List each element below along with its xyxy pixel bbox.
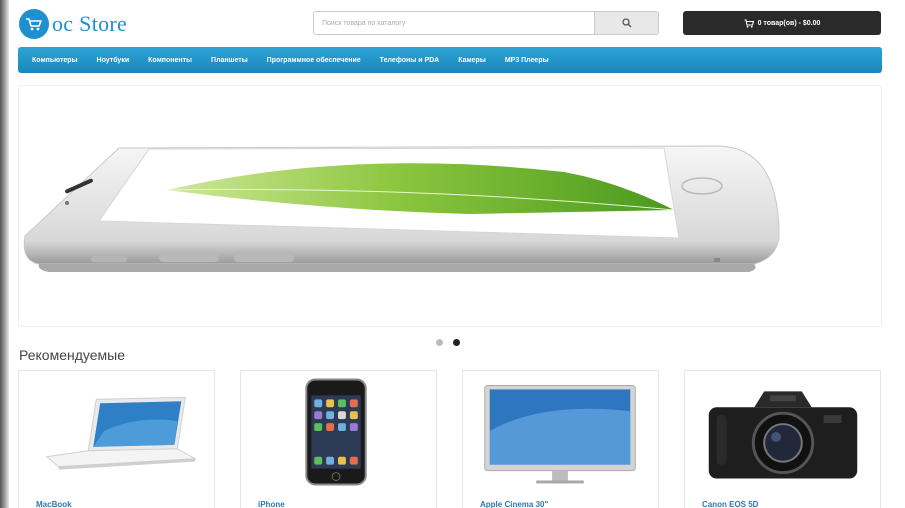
search-icon [621,18,631,28]
cart-total: 0 товар(ов) - $0.00 [757,19,821,27]
category-menu: Компьютеры Ноутбуки Компоненты Планшеты … [18,47,882,73]
slideshow[interactable] [18,85,882,327]
iphone-image [305,378,367,486]
menu-item-components[interactable]: Компоненты [148,57,192,64]
menu-item-software[interactable]: Программное обеспечение [267,57,361,64]
product-card[interactable]: Apple Cinema 30" [462,370,659,508]
cart-icon [744,18,754,28]
product-name[interactable]: Canon EOS 5D [702,500,758,508]
product-name[interactable]: Apple Cinema 30" [480,500,548,508]
slide-dot-1[interactable] [436,339,443,346]
iphone-banner-image [23,145,780,272]
menu-item-mp3[interactable]: MP3 Плееры [505,57,549,64]
product-card[interactable]: MacBook [18,370,215,508]
search-bar [313,11,659,35]
cart-logo-icon [19,9,49,39]
cart-button[interactable]: 0 товар(ов) - $0.00 [683,11,881,35]
macbook-image [45,396,197,470]
product-card[interactable]: Canon EOS 5D [684,370,881,508]
featured-title: Рекомендуемые [19,347,125,363]
menu-item-cameras[interactable]: Камеры [458,57,486,64]
canon-camera-image [708,391,858,479]
search-button[interactable] [594,12,658,34]
product-card[interactable]: iPhone [240,370,437,508]
logo-text: oc Store [52,11,128,36]
window-edge [0,0,9,508]
menu-item-tablets[interactable]: Планшеты [211,57,248,64]
slideshow-pagination [436,339,460,346]
menu-item-computers[interactable]: Компьютеры [32,57,78,64]
product-name[interactable]: MacBook [36,500,72,508]
menu-item-laptops[interactable]: Ноутбуки [97,57,130,64]
product-name[interactable]: iPhone [258,500,285,508]
slide-dot-2[interactable] [453,339,460,346]
apple-cinema-image [484,384,636,484]
store-logo[interactable]: oc Store [19,9,127,39]
menu-item-phones[interactable]: Телефоны и PDA [380,57,440,64]
search-input[interactable] [314,12,594,34]
